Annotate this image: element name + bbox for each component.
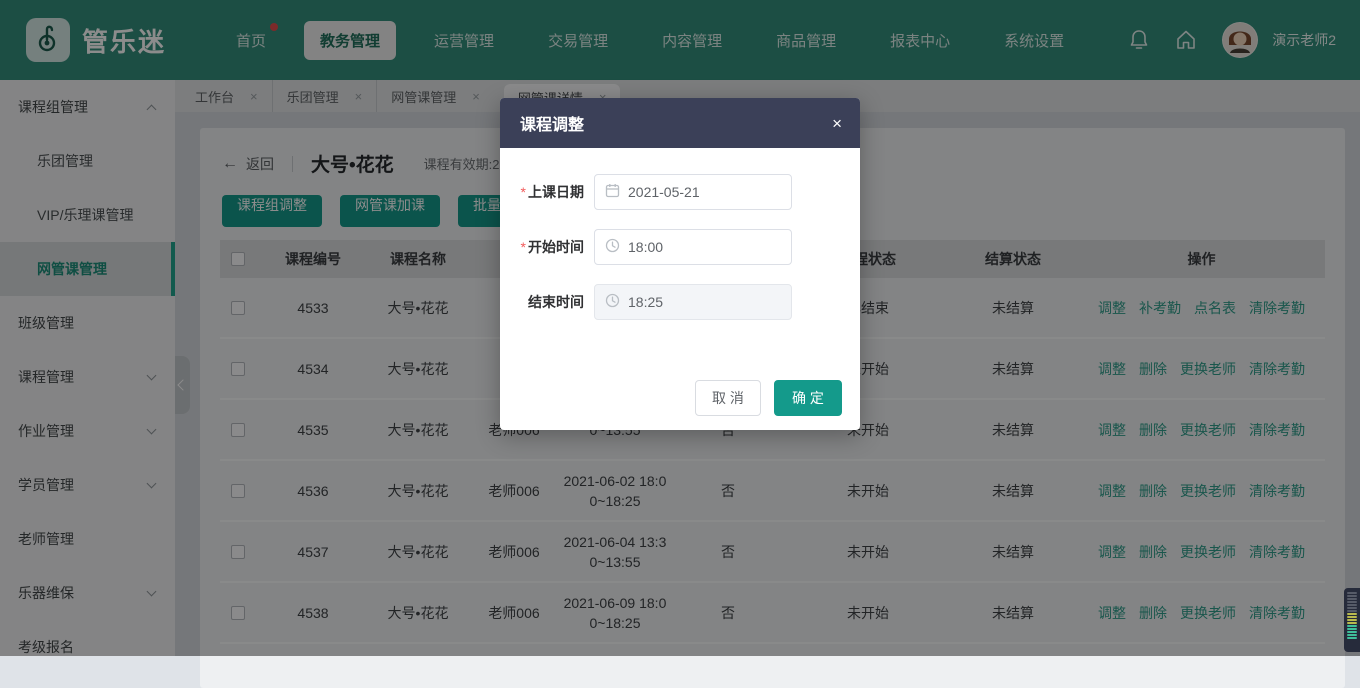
minimap-stripe: [1347, 613, 1357, 615]
minimap-stripe: [1347, 610, 1357, 612]
minimap-stripe: [1347, 616, 1357, 618]
clock-icon: [605, 238, 620, 256]
field-label-text: 开始时间: [528, 239, 584, 255]
minimap-stripe: [1347, 622, 1357, 624]
cancel-button[interactable]: 取 消: [695, 380, 761, 416]
clock-icon: [605, 293, 620, 311]
dialog-title: 课程调整: [520, 111, 584, 135]
class-date-input[interactable]: 2021-05-21: [594, 174, 792, 210]
dialog-header: 课程调整 ×: [500, 98, 860, 148]
dialog-body: *上课日期2021-05-21*开始时间18:00结束时间18:25: [500, 148, 860, 320]
field-label-text: 上课日期: [528, 184, 584, 200]
dialog-footer: 取 消 确 定: [695, 380, 842, 416]
field-label: 结束时间: [500, 292, 584, 312]
required-asterisk: *: [521, 184, 526, 200]
course-adjust-dialog: 课程调整 × *上课日期2021-05-21*开始时间18:00结束时间18:2…: [500, 98, 860, 430]
field-label-text: 结束时间: [528, 294, 584, 310]
start-time-input[interactable]: 18:00: [594, 229, 792, 265]
minimap-stripe: [1347, 595, 1357, 597]
minimap-stripe: [1347, 607, 1357, 609]
minimap-stripe: [1347, 628, 1357, 630]
calendar-icon: [605, 183, 620, 201]
field-label: *上课日期: [500, 182, 584, 202]
confirm-button[interactable]: 确 定: [774, 380, 842, 416]
minimap-stripe: [1347, 634, 1357, 636]
minimap-stripe: [1347, 631, 1357, 633]
scroll-minimap[interactable]: [1344, 588, 1360, 652]
field-value: 2021-05-21: [628, 184, 700, 200]
minimap-stripe: [1347, 592, 1357, 594]
end-time-input: 18:25: [594, 284, 792, 320]
form-field-row: 结束时间 18:25: [500, 284, 860, 320]
form-field-row: *开始时间 18:00: [500, 229, 860, 265]
minimap-stripe: [1347, 619, 1357, 621]
required-asterisk: *: [521, 239, 526, 255]
close-icon[interactable]: ×: [832, 115, 842, 132]
form-field-row: *上课日期 2021-05-21: [500, 174, 860, 210]
minimap-stripe: [1347, 601, 1357, 603]
field-value: 18:00: [628, 239, 663, 255]
minimap-stripe: [1347, 625, 1357, 627]
minimap-stripe: [1347, 604, 1357, 606]
minimap-stripe: [1347, 637, 1357, 639]
field-label: *开始时间: [500, 237, 584, 257]
field-value: 18:25: [628, 294, 663, 310]
minimap-stripe: [1347, 598, 1357, 600]
